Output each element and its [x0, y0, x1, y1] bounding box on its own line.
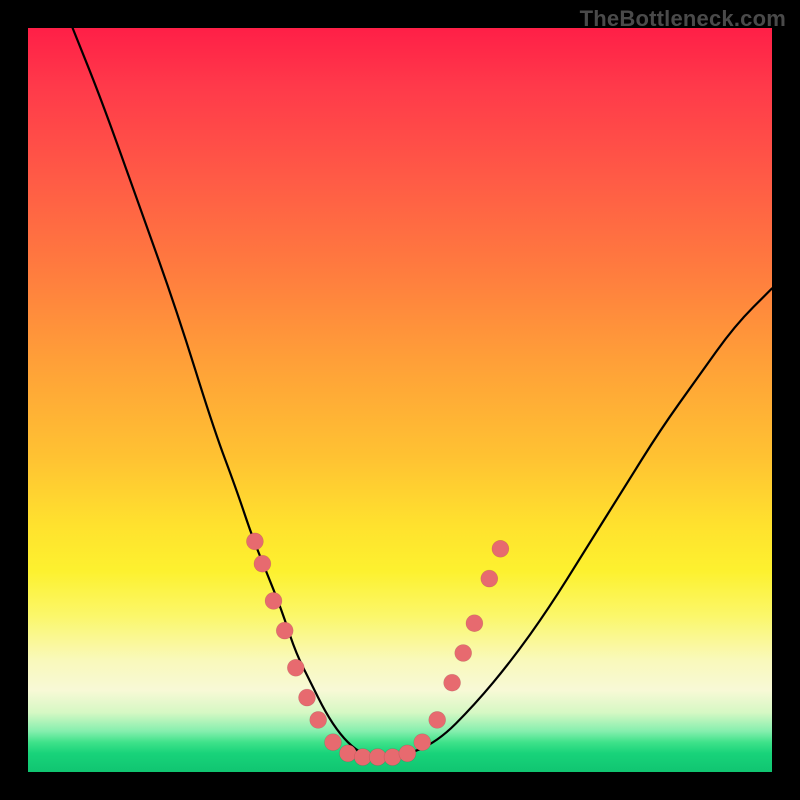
- curve-marker: [399, 745, 416, 762]
- plot-area: [28, 28, 772, 772]
- curve-marker: [492, 540, 509, 557]
- curve-marker: [276, 622, 293, 639]
- curve-marker: [455, 645, 472, 662]
- curve-marker: [246, 533, 263, 550]
- curve-marker: [429, 711, 446, 728]
- curve-marker: [325, 734, 342, 751]
- bottleneck-curve: [73, 28, 772, 757]
- curve-marker: [369, 749, 386, 766]
- curve-marker: [354, 749, 371, 766]
- curve-marker: [265, 592, 282, 609]
- curve-marker: [339, 745, 356, 762]
- curve-marker: [310, 711, 327, 728]
- curve-marker: [384, 749, 401, 766]
- curve-marker: [299, 689, 316, 706]
- curve-markers: [246, 533, 509, 766]
- curve-marker: [254, 555, 271, 572]
- curve-marker: [481, 570, 498, 587]
- curve-marker: [466, 615, 483, 632]
- curve-svg: [28, 28, 772, 772]
- chart-frame: TheBottleneck.com: [0, 0, 800, 800]
- curve-marker: [287, 659, 304, 676]
- curve-marker: [414, 734, 431, 751]
- curve-marker: [444, 674, 461, 691]
